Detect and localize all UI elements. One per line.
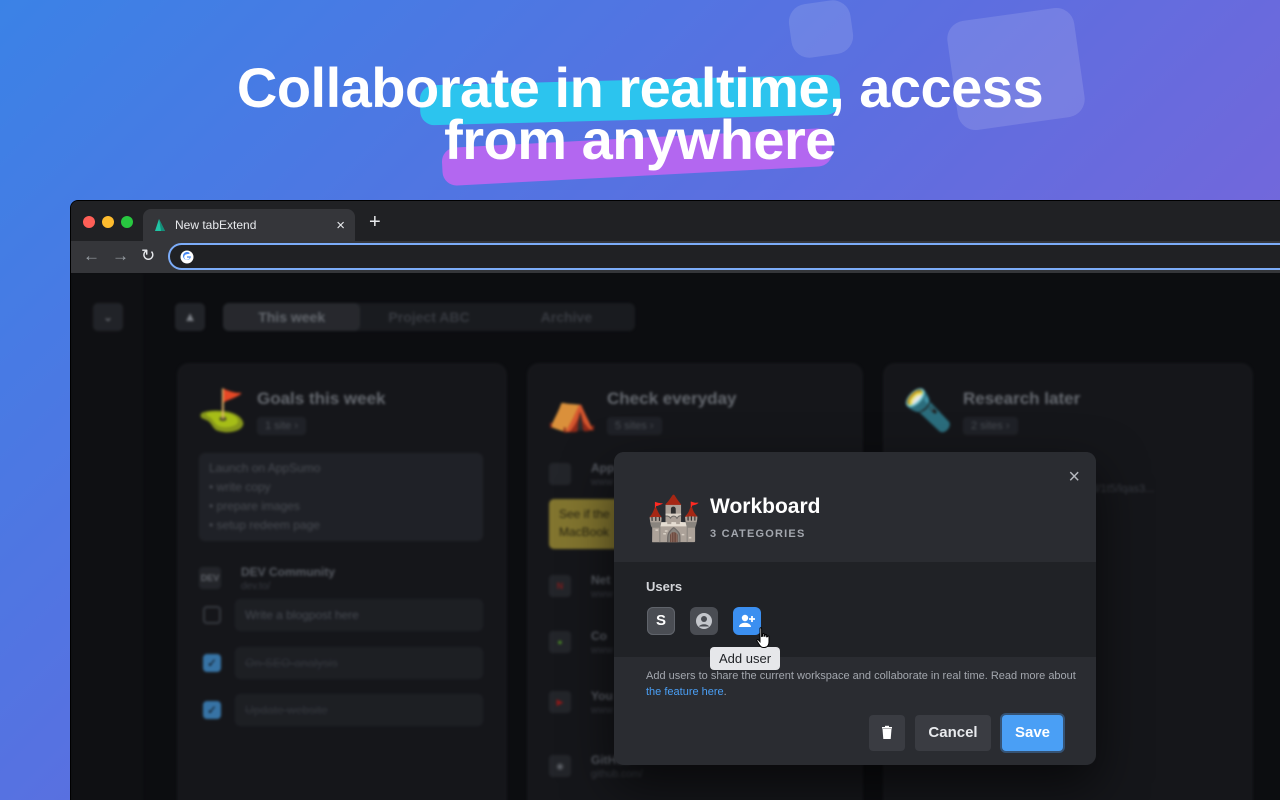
- site-name: You: [591, 689, 613, 703]
- spotify-icon: ●: [549, 631, 571, 653]
- decorative-square: [786, 0, 856, 61]
- card-title[interactable]: Check everyday: [607, 389, 736, 409]
- headline: Collaborate in realtime, access from any…: [0, 60, 1280, 187]
- workspace-tabs: This week Project ABC Archive: [223, 303, 635, 331]
- headline-line-1: Collaborate in realtime, access: [0, 60, 1280, 126]
- back-arrow-icon[interactable]: ←: [83, 246, 100, 266]
- modal-header: × 🏰 Workboard 3 CATEGORIES: [614, 452, 1096, 562]
- users-section: Users S: [614, 562, 1096, 657]
- tab-project-abc[interactable]: Project ABC: [360, 303, 497, 331]
- delete-button[interactable]: [869, 715, 905, 751]
- flag-icon: ⛳: [197, 389, 247, 433]
- todo-text[interactable]: Write a blogpost here: [235, 599, 483, 631]
- castle-icon[interactable]: 🏰: [646, 492, 701, 544]
- chevron-down-icon[interactable]: ⌄: [93, 303, 123, 331]
- todo-checkbox[interactable]: [203, 606, 221, 624]
- browser-toolbar: ← → ↻: [71, 241, 1280, 273]
- feature-link[interactable]: the feature here: [646, 686, 724, 698]
- site-url: www: [591, 645, 613, 656]
- site-url: dev.to/: [241, 581, 271, 592]
- category-card: ⛳ Goals this week 1 site › Launch on App…: [177, 363, 507, 800]
- tab-archive[interactable]: Archive: [498, 303, 635, 331]
- headline-line-2: from anywhere: [0, 112, 1280, 187]
- tab-this-week[interactable]: This week: [223, 303, 361, 331]
- headline-text-2: from anywhere: [444, 108, 836, 171]
- todo-item: ✓ On-SEO-analysis: [199, 647, 483, 679]
- site-name: Net: [591, 573, 611, 587]
- add-user-tooltip: Add user: [710, 647, 781, 670]
- trash-icon: [882, 725, 892, 739]
- site-url: www: [591, 477, 613, 488]
- todo-checkbox[interactable]: ✓: [203, 701, 221, 719]
- description-text: Add users to share the current workspace…: [646, 670, 1076, 682]
- todo-checkbox[interactable]: ✓: [203, 654, 221, 672]
- site-name: App: [591, 461, 615, 475]
- reload-icon[interactable]: ↻: [141, 246, 155, 266]
- todo-item: Write a blogpost here: [199, 599, 483, 631]
- github-icon: ◉: [549, 755, 571, 777]
- google-icon: [180, 250, 194, 264]
- category-count: 3 CATEGORIES: [710, 528, 806, 540]
- site-name: Co: [591, 629, 607, 643]
- tab-close-icon[interactable]: ×: [336, 217, 345, 234]
- card-title[interactable]: Goals this week: [257, 389, 386, 409]
- new-tab-button[interactable]: +: [369, 211, 381, 234]
- close-window-button[interactable]: [83, 216, 95, 228]
- dev-icon: DEV: [199, 567, 221, 589]
- forward-arrow-icon[interactable]: →: [112, 246, 129, 266]
- modal-description: Add users to share the current workspace…: [646, 668, 1076, 700]
- flashlight-icon: 🔦: [903, 389, 953, 433]
- site-name: DEV Community: [241, 565, 336, 579]
- save-button[interactable]: Save: [1002, 715, 1063, 751]
- users-label: Users: [646, 579, 683, 594]
- youtube-icon: ▶: [549, 691, 571, 713]
- description-end: .: [723, 686, 727, 698]
- site-url: www: [591, 705, 613, 716]
- apple-icon: [549, 463, 571, 485]
- tabextend-logo-icon: [155, 219, 165, 231]
- tab-title: New tabExtend: [175, 218, 257, 232]
- note[interactable]: Launch on AppSumo • write copy • prepare…: [199, 453, 483, 541]
- browser-tab[interactable]: New tabExtend ×: [143, 209, 355, 241]
- note-line: • setup redeem page: [209, 518, 320, 532]
- hand-cursor-icon: [756, 627, 770, 648]
- site-url: github.com/: [591, 769, 643, 780]
- tent-icon: ⛺: [547, 389, 597, 433]
- note-line: Launch on AppSumo: [209, 461, 321, 475]
- workspace-icon[interactable]: ▲: [175, 303, 205, 331]
- avatar[interactable]: S: [647, 607, 675, 635]
- workspace-settings-modal: × 🏰 Workboard 3 CATEGORIES Users S Add u…: [614, 452, 1096, 765]
- site-count-badge[interactable]: 2 sites ›: [963, 417, 1018, 435]
- site-count-badge[interactable]: 5 sites ›: [607, 417, 662, 435]
- site-url: www: [591, 589, 613, 600]
- tab-strip: New tabExtend × +: [71, 201, 1280, 241]
- cancel-button[interactable]: Cancel: [915, 715, 991, 751]
- minimize-window-button[interactable]: [102, 216, 114, 228]
- close-icon[interactable]: ×: [1068, 466, 1080, 489]
- netflix-icon: N: [549, 575, 571, 597]
- card-title[interactable]: Research later: [963, 389, 1080, 409]
- anonymous-user-icon[interactable]: [690, 607, 718, 635]
- maximize-window-button[interactable]: [121, 216, 133, 228]
- note-line: • prepare images: [209, 499, 300, 513]
- site-count-badge[interactable]: 1 site ›: [257, 417, 307, 435]
- todo-text[interactable]: Update website: [235, 694, 483, 726]
- workspace-title[interactable]: Workboard: [710, 495, 820, 519]
- sidebar: [71, 273, 143, 800]
- todo-item: ✓ Update website: [199, 694, 483, 726]
- todo-text[interactable]: On-SEO-analysis: [235, 647, 483, 679]
- note-line: • write copy: [209, 480, 271, 494]
- address-bar[interactable]: [168, 243, 1280, 270]
